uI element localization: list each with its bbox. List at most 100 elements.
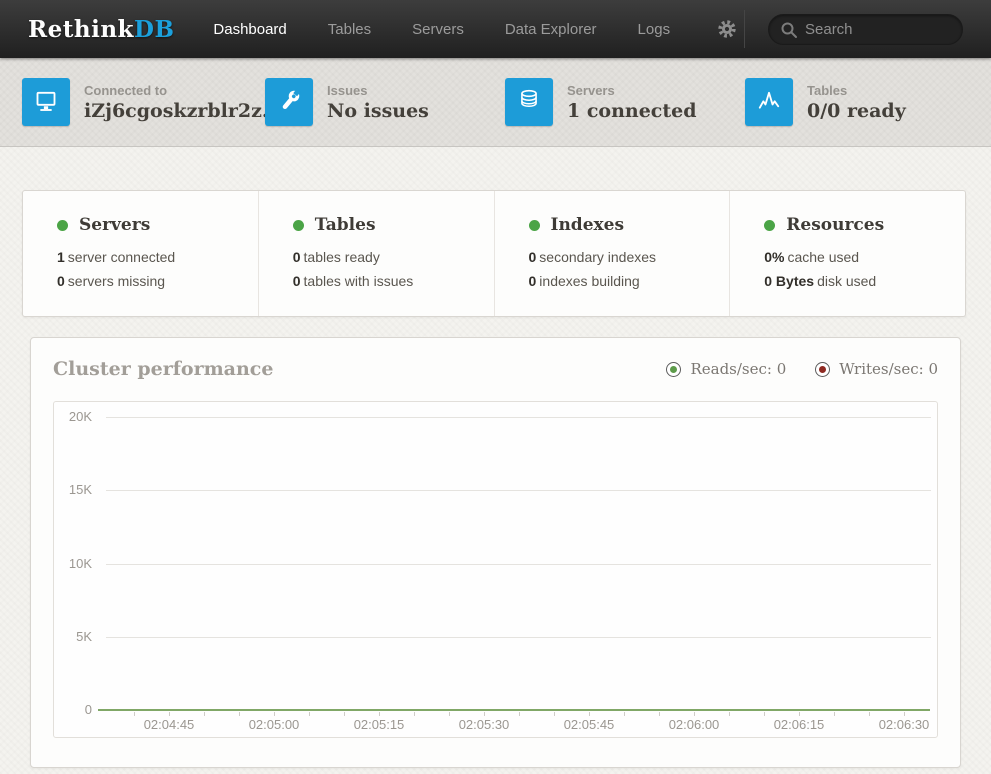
summary-section-indexes: Indexes 0secondary indexes 0indexes buil… [495, 191, 731, 316]
y-axis-tick-label: 0 [54, 702, 92, 718]
summary-line-value: 0 [529, 249, 537, 265]
search-icon [780, 21, 798, 39]
status-label: Issues [327, 83, 429, 98]
summary-title: Tables [315, 215, 376, 235]
y-axis-tick-label: 5K [54, 629, 92, 645]
summary-section-tables: Tables 0tables ready 0tables with issues [259, 191, 495, 316]
nav-menu: Dashboard Tables Servers Data Explorer L… [213, 15, 738, 44]
x-axis-tick-label: 02:06:00 [649, 717, 739, 732]
gridline-20k [106, 417, 931, 418]
summary-line-value: 0 [529, 273, 537, 289]
summary-line-value: 0% [764, 249, 784, 265]
summary-line: 0tables ready [293, 249, 484, 265]
status-text-block: Connected to iZj6cgoskzrblr2z... [84, 83, 282, 122]
gridline-10k [106, 564, 931, 565]
summary-line-value: 1 [57, 249, 65, 265]
cluster-performance-card: Cluster performance Reads/sec: 0 Writes/… [30, 337, 961, 768]
x-axis-ticks [134, 712, 906, 716]
chart-legend: Reads/sec: 0 Writes/sec: 0 [637, 360, 938, 378]
status-text-block: Tables 0/0 ready [807, 83, 906, 122]
summary-line-text: servers missing [68, 273, 165, 289]
performance-plot-area: 20K 15K 10K 5K 0 02:04:45 02:05:00 02:05… [53, 401, 938, 738]
green-status-dot [764, 220, 775, 231]
x-axis-tick-label: 02:06:15 [754, 717, 844, 732]
x-axis-tick-label: 02:05:45 [544, 717, 634, 732]
x-axis-tick-label: 02:04:45 [124, 717, 214, 732]
summary-line-value: 0 [293, 249, 301, 265]
summary-title-row: Tables [293, 215, 484, 235]
summary-line-text: disk used [817, 273, 876, 289]
status-value: 0/0 ready [807, 100, 906, 122]
summary-line: 0 Bytesdisk used [764, 273, 955, 289]
green-status-dot [529, 220, 540, 231]
chart-title: Cluster performance [53, 358, 273, 380]
x-axis-tick-label: 02:05:30 [439, 717, 529, 732]
summary-line-text: server connected [68, 249, 175, 265]
summary-title: Indexes [551, 215, 625, 235]
status-connected-to: Connected to iZj6cgoskzrblr2z... [22, 78, 282, 126]
status-value: 1 connected [567, 100, 697, 122]
reads-legend-dot-icon [666, 362, 681, 377]
logo-text-rethink: Rethink [28, 16, 134, 43]
pulse-icon [745, 78, 793, 126]
cluster-summary-panel: Servers 1server connected 0servers missi… [22, 190, 966, 317]
summary-line-text: tables ready [304, 249, 380, 265]
nav-item-logs[interactable]: Logs [638, 15, 671, 44]
monitor-icon [22, 78, 70, 126]
status-label: Servers [567, 83, 697, 98]
summary-line: 0%cache used [764, 249, 955, 265]
green-status-dot [57, 220, 68, 231]
y-axis-tick-label: 20K [54, 409, 92, 425]
legend-item-reads[interactable]: Reads/sec: 0 [666, 360, 786, 378]
nav-item-dashboard[interactable]: Dashboard [213, 15, 286, 44]
x-axis-tick-label: 02:05:00 [229, 717, 319, 732]
main-content: Servers 1server connected 0servers missi… [0, 190, 991, 768]
chart-header: Cluster performance Reads/sec: 0 Writes/… [53, 358, 938, 380]
legend-label: Reads/sec: 0 [690, 360, 786, 378]
green-status-dot [293, 220, 304, 231]
wrench-icon [265, 78, 313, 126]
summary-title-row: Indexes [529, 215, 720, 235]
summary-title-row: Servers [57, 215, 248, 235]
database-icon [505, 78, 553, 126]
top-navbar: RethinkDB Dashboard Tables Servers Data … [0, 0, 991, 58]
summary-line: 0secondary indexes [529, 249, 720, 265]
status-servers: Servers 1 connected [505, 78, 697, 126]
summary-line-text: tables with issues [304, 273, 414, 289]
status-value: iZj6cgoskzrblr2z... [84, 100, 282, 122]
search-container [768, 14, 963, 45]
legend-label: Writes/sec: 0 [839, 360, 938, 378]
x-axis-tick-label: 02:06:30 [859, 717, 949, 732]
nav-divider [744, 10, 745, 48]
summary-title: Resources [786, 215, 884, 235]
summary-line-text: secondary indexes [539, 249, 656, 265]
summary-line-text: indexes building [539, 273, 639, 289]
status-label: Tables [807, 83, 906, 98]
summary-line: 0servers missing [57, 273, 248, 289]
status-label: Connected to [84, 83, 282, 98]
cluster-status-bar: Connected to iZj6cgoskzrblr2z... Issues … [0, 58, 991, 147]
nav-item-servers[interactable]: Servers [412, 15, 464, 44]
settings-button[interactable] [716, 18, 738, 40]
status-issues: Issues No issues [265, 78, 429, 126]
legend-item-writes[interactable]: Writes/sec: 0 [815, 360, 938, 378]
gridline-15k [106, 490, 931, 491]
gridline-5k [106, 637, 931, 638]
summary-line-value: 0 [57, 273, 65, 289]
x-axis-tick-label: 02:05:15 [334, 717, 424, 732]
summary-title: Servers [79, 215, 150, 235]
writes-legend-dot-icon [815, 362, 830, 377]
summary-line: 0indexes building [529, 273, 720, 289]
summary-line-value: 0 [293, 273, 301, 289]
rethinkdb-logo[interactable]: RethinkDB [28, 16, 174, 43]
status-value: No issues [327, 100, 429, 122]
summary-title-row: Resources [764, 215, 955, 235]
nav-item-tables[interactable]: Tables [328, 15, 371, 44]
reads-series-line [98, 709, 930, 711]
summary-section-servers: Servers 1server connected 0servers missi… [23, 191, 259, 316]
summary-line-value: 0 Bytes [764, 273, 814, 289]
nav-item-data-explorer[interactable]: Data Explorer [505, 15, 597, 44]
nav-right-group [744, 10, 963, 48]
y-axis-tick-label: 10K [54, 556, 92, 572]
summary-section-resources: Resources 0%cache used 0 Bytesdisk used [730, 191, 965, 316]
